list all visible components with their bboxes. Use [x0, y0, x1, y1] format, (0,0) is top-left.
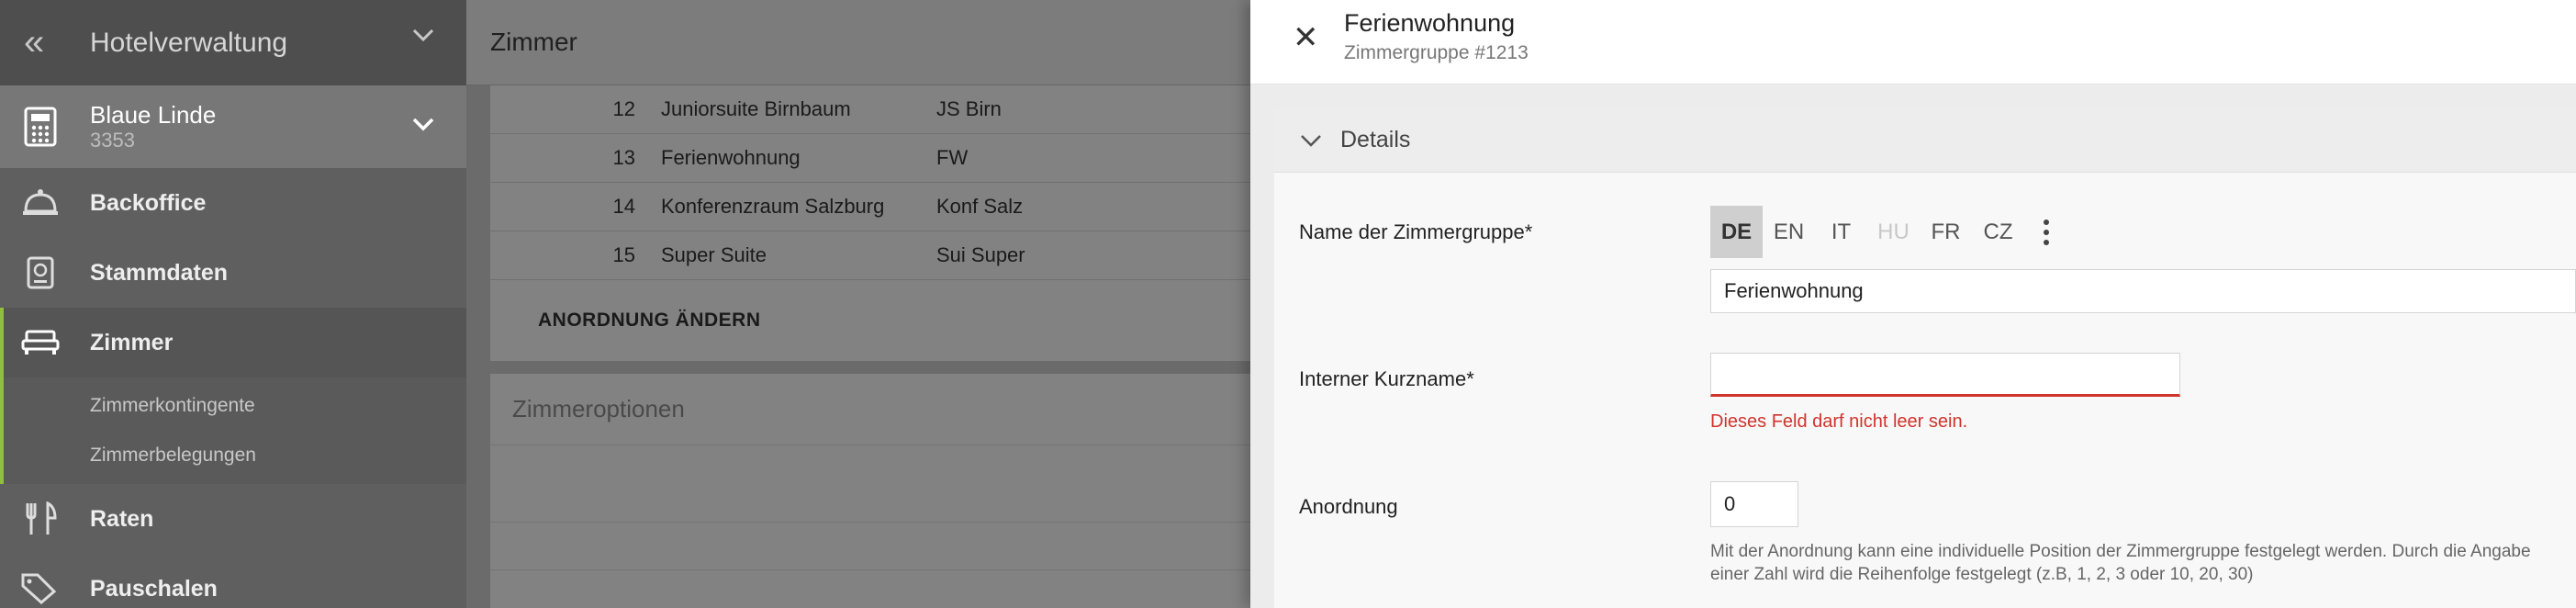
- sidebar-submenu: Zimmerkontingente Zimmerbelegungen: [0, 377, 466, 484]
- room-options-card: Zimmeroptionen: [490, 374, 1250, 608]
- order-help-text: Mit der Anordnung kann eine individuelle…: [1710, 542, 2531, 584]
- sidebar-subitem-zimmerkontingente[interactable]: Zimmerkontingente: [0, 381, 466, 431]
- room-name: Super Suite: [661, 243, 767, 266]
- lang-tab-it[interactable]: IT: [1815, 206, 1867, 258]
- page-title: Zimmer: [466, 0, 1250, 85]
- order-field[interactable]: 0: [1710, 481, 1798, 527]
- room-order: 14: [612, 195, 635, 218]
- room-name: Ferienwohnung: [661, 146, 801, 169]
- bed-icon: [20, 326, 61, 359]
- room-short: JS Birn: [936, 97, 1002, 120]
- sidebar-item-raten[interactable]: Raten: [0, 484, 466, 554]
- sidebar-header: « Hotelverwaltung: [0, 0, 466, 85]
- passport-icon: [20, 256, 61, 289]
- shortname-field[interactable]: [1710, 353, 2180, 397]
- room-order: 13: [612, 146, 635, 169]
- language-tabs: DE EN IT HU FR CZ: [1710, 206, 2063, 258]
- cutlery-icon: [20, 501, 61, 535]
- room-short: Konf Salz: [936, 195, 1024, 218]
- lang-tab-en[interactable]: EN: [1763, 206, 1815, 258]
- drawer-title: Ferienwohnung: [1344, 9, 1516, 37]
- sidebar: « Hotelverwaltung Blaue Linde 3353 Backo…: [0, 0, 466, 608]
- lang-tab-de[interactable]: DE: [1710, 206, 1763, 258]
- details-panel: Details Name der Zimmergruppe* DE EN IT …: [1274, 108, 2576, 608]
- main-content: Zimmer 12 Juniorsuite Birnbaum JS Birn 1…: [466, 0, 1250, 608]
- detail-drawer: ✕ Ferienwohnung Zimmergruppe #1213 Detai…: [1250, 0, 2576, 608]
- shortname-error: Dieses Feld darf nicht leer sein.: [1710, 411, 1968, 432]
- order-label: Anordnung: [1299, 495, 1398, 518]
- details-section-toggle[interactable]: Details: [1274, 108, 2576, 173]
- sidebar-item-pauschalen[interactable]: Pauschalen: [0, 554, 466, 608]
- room-order: 12: [612, 97, 635, 120]
- hotel-name: Blaue Linde: [90, 101, 217, 129]
- lang-tab-hu: HU: [1877, 219, 1910, 244]
- sidebar-item-backoffice[interactable]: Backoffice: [0, 168, 466, 238]
- name-field[interactable]: Ferienwohnung: [1710, 269, 2576, 313]
- room-short: Sui Super: [936, 243, 1025, 266]
- table-row[interactable]: 15 Super Suite Sui Super: [490, 231, 1250, 280]
- chevron-down-icon: [1301, 134, 1321, 147]
- lang-tab-fr[interactable]: FR: [1920, 206, 1972, 258]
- room-options-title[interactable]: Zimmeroptionen: [490, 374, 1250, 445]
- sidebar-item-label: Zimmer: [90, 329, 174, 355]
- bell-icon: [20, 186, 61, 220]
- sidebar-item-label: Raten: [90, 505, 154, 532]
- more-vertical-icon[interactable]: [2030, 206, 2063, 258]
- table-row[interactable]: 13 Ferienwohnung FW: [490, 134, 1250, 183]
- change-order-button[interactable]: ANORDNUNG ÄNDERN: [490, 280, 1250, 361]
- sidebar-item-label: Pauschalen: [90, 575, 218, 602]
- sidebar-subitem-zimmerbelegungen[interactable]: Zimmerbelegungen: [0, 431, 466, 480]
- room-order: 15: [612, 243, 635, 266]
- hotel-selector[interactable]: Blaue Linde 3353: [0, 85, 466, 168]
- shortname-label: Interner Kurzname*: [1299, 367, 1474, 390]
- list-item[interactable]: [490, 445, 1250, 523]
- room-name: Juniorsuite Birnbaum: [661, 97, 851, 120]
- rooms-list: 12 Juniorsuite Birnbaum JS Birn 13 Ferie…: [490, 85, 1250, 361]
- sidebar-item-label: Stammdaten: [90, 259, 229, 286]
- chevron-down-icon[interactable]: [411, 28, 435, 42]
- drawer-header: ✕ Ferienwohnung Zimmergruppe #1213: [1250, 0, 2576, 84]
- room-name: Konferenzraum Salzburg: [661, 195, 885, 218]
- table-row[interactable]: 12 Juniorsuite Birnbaum JS Birn: [490, 85, 1250, 134]
- sidebar-item-label: Backoffice: [90, 189, 207, 216]
- room-short: FW: [936, 146, 969, 169]
- hotel-number: 3353: [90, 129, 135, 152]
- tags-icon: [20, 572, 61, 605]
- calculator-icon: [24, 107, 57, 147]
- name-label: Name der Zimmergruppe*: [1299, 220, 1533, 243]
- list-item[interactable]: [490, 523, 1250, 570]
- table-row[interactable]: 14 Konferenzraum Salzburg Konf Salz: [490, 183, 1250, 231]
- app-title: Hotelverwaltung: [90, 27, 288, 58]
- drawer-body: Details Name der Zimmergruppe* DE EN IT …: [1250, 84, 2576, 608]
- chevron-down-icon[interactable]: [411, 117, 435, 131]
- lang-tab-cz[interactable]: CZ: [1972, 206, 2024, 258]
- drawer-subtitle: Zimmergruppe #1213: [1344, 42, 1529, 63]
- double-chevron-left-icon[interactable]: «: [24, 22, 77, 63]
- section-title: Details: [1340, 127, 1411, 152]
- close-icon[interactable]: ✕: [1293, 22, 1319, 53]
- sidebar-item-stammdaten[interactable]: Stammdaten: [0, 238, 466, 308]
- sidebar-item-zimmer[interactable]: Zimmer: [0, 308, 466, 377]
